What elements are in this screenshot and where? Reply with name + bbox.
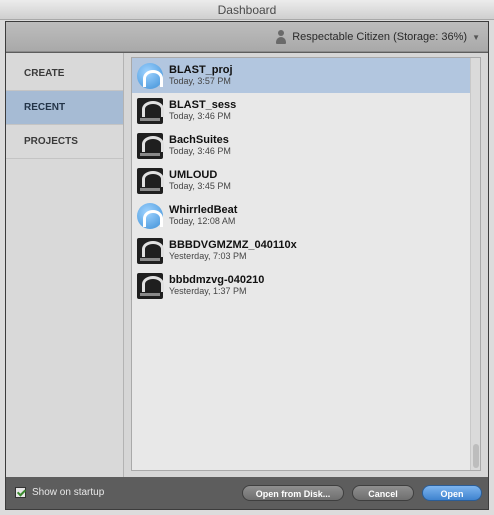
item-name: bbbdmzvg-040210 <box>169 274 265 286</box>
item-date: Yesterday, 7:03 PM <box>169 251 247 261</box>
list-item[interactable]: BLAST_proj Today, 3:57 PM <box>132 58 470 93</box>
session-icon <box>137 272 164 299</box>
item-name: UMLOUD <box>169 169 218 181</box>
chevron-down-icon: ▼ <box>472 32 480 42</box>
open-from-disk-button[interactable]: Open from Disk... <box>242 485 344 501</box>
sidebar-item-recent[interactable]: RECENT <box>6 91 123 125</box>
main-content: CREATE RECENT PROJECTS BLAST_proj Today, … <box>6 53 488 477</box>
item-name: BLAST_proj <box>169 64 233 76</box>
user-menu[interactable]: Respectable Citizen (Storage: 36%) ▼ <box>275 28 480 46</box>
window-title: Dashboard <box>0 0 494 20</box>
recent-list: BLAST_proj Today, 3:57 PM BLAST_sess Today… <box>132 58 470 470</box>
sidebar-item-create[interactable]: CREATE <box>6 57 123 91</box>
scrollbar-thumb[interactable] <box>473 444 479 468</box>
item-name: BLAST_sess <box>169 99 237 111</box>
item-name: WhirrledBeat <box>169 204 238 216</box>
list-item[interactable]: UMLOUD Today, 3:45 PM <box>132 163 470 198</box>
open-button[interactable]: Open <box>422 485 482 501</box>
footer-bar: Show on startup Open from Disk... Cancel… <box>6 477 488 509</box>
session-icon <box>137 97 164 124</box>
session-icon <box>137 167 164 194</box>
user-label: Respectable Citizen (Storage: 36%) <box>292 31 468 43</box>
dashboard-window: Respectable Citizen (Storage: 36%) ▼ CRE… <box>5 21 489 510</box>
item-date: Today, 3:46 PM <box>169 146 231 156</box>
recent-list-panel: BLAST_proj Today, 3:57 PM BLAST_sess Today… <box>131 57 481 471</box>
item-name: BachSuites <box>169 134 229 146</box>
item-date: Today, 12:08 AM <box>169 216 236 226</box>
list-item[interactable]: BBBDVGMZMZ_040110x Yesterday, 7:03 PM <box>132 233 470 268</box>
project-icon <box>137 62 163 89</box>
item-date: Yesterday, 1:37 PM <box>169 286 247 296</box>
sidebar: CREATE RECENT PROJECTS <box>6 53 124 477</box>
session-icon <box>137 237 164 264</box>
list-item[interactable]: WhirrledBeat Today, 12:08 AM <box>132 198 470 233</box>
session-icon <box>137 132 164 159</box>
sidebar-item-projects[interactable]: PROJECTS <box>6 125 123 159</box>
project-icon <box>137 202 163 229</box>
list-item[interactable]: BLAST_sess Today, 3:46 PM <box>132 93 470 128</box>
person-icon <box>275 30 287 44</box>
cancel-button[interactable]: Cancel <box>352 485 414 501</box>
show-on-startup-label: Show on startup <box>32 487 105 498</box>
item-date: Today, 3:46 PM <box>169 111 231 121</box>
item-date: Today, 3:57 PM <box>169 76 231 86</box>
show-on-startup[interactable]: Show on startup <box>15 487 104 498</box>
item-name: BBBDVGMZMZ_040110x <box>169 239 297 251</box>
list-item[interactable]: BachSuites Today, 3:46 PM <box>132 128 470 163</box>
list-item[interactable]: bbbdmzvg-040210 Yesterday, 1:37 PM <box>132 268 470 303</box>
user-bar: Respectable Citizen (Storage: 36%) ▼ <box>6 22 488 52</box>
show-on-startup-checkbox[interactable] <box>15 487 26 498</box>
item-date: Today, 3:45 PM <box>169 181 231 191</box>
list-scrollbar[interactable] <box>470 58 480 470</box>
